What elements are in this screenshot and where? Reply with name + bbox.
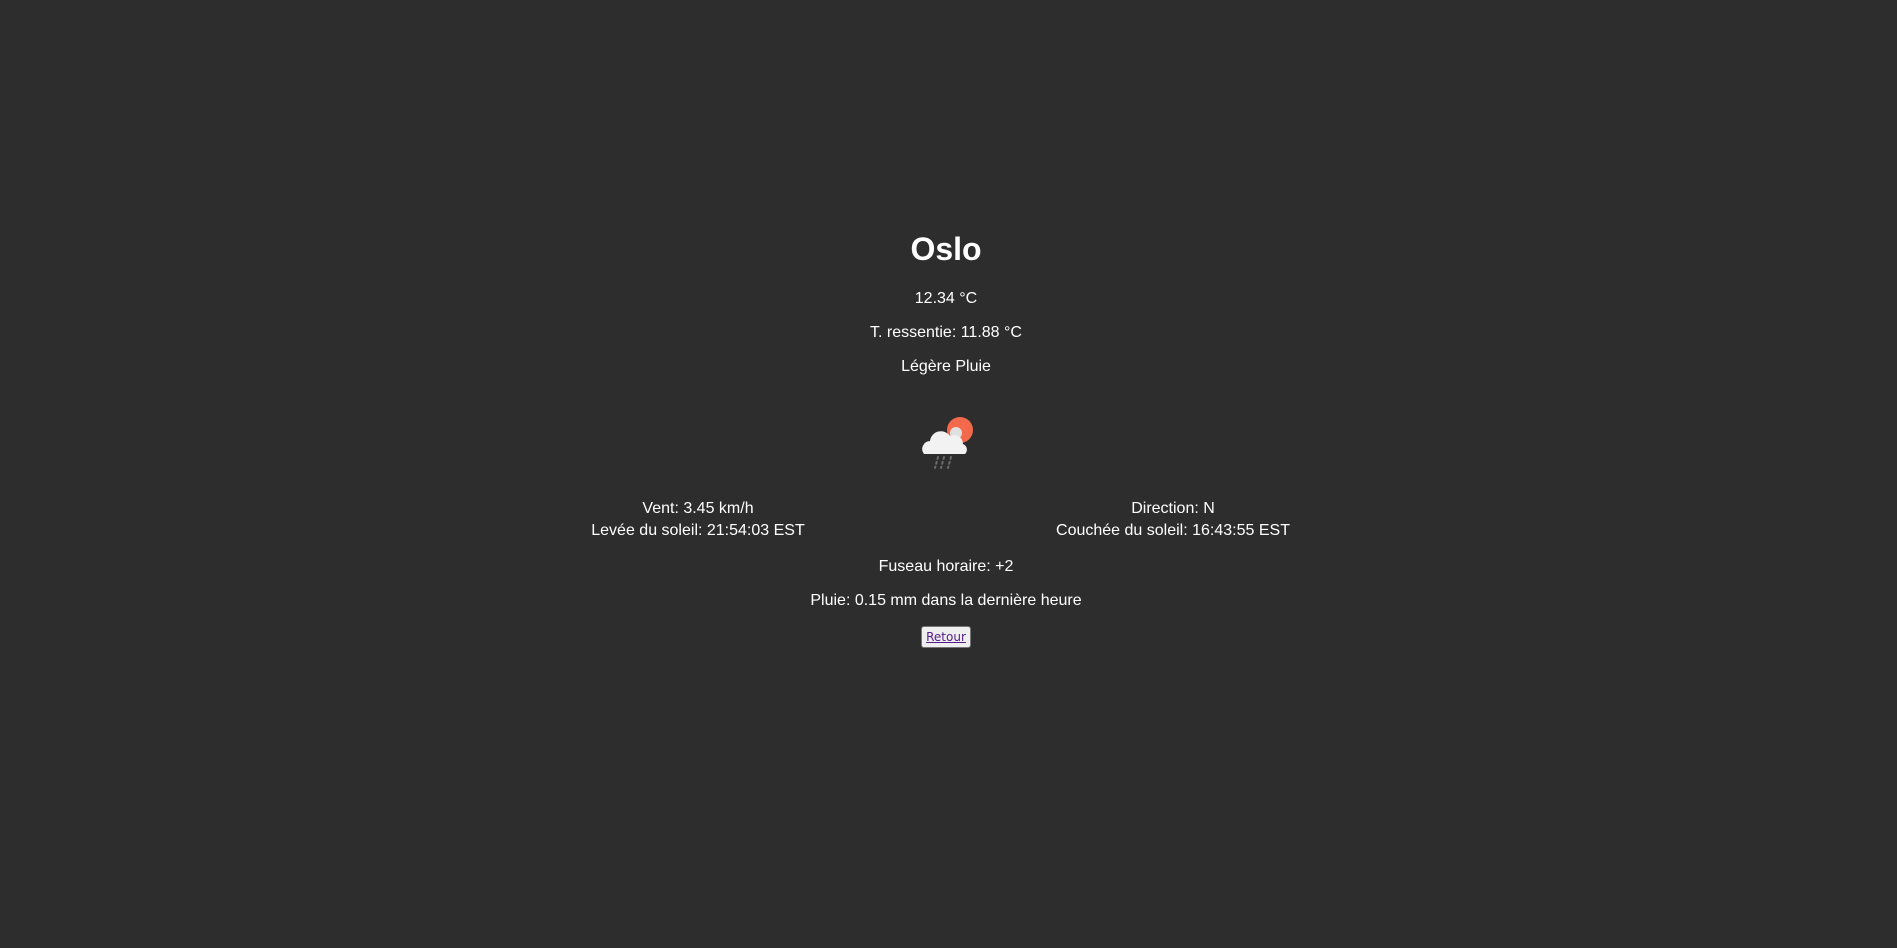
- wind-sunrise-column: Vent: 3.45 km/h Levée du soleil: 21:54:0…: [538, 498, 858, 542]
- feels-like: T. ressentie: 11.88 °C: [870, 324, 1022, 341]
- direction-sunset-column: Direction: N Couchée du soleil: 16:43:55…: [1013, 498, 1333, 542]
- city-name: Oslo: [910, 231, 982, 267]
- back-link[interactable]: Retour: [926, 630, 966, 644]
- wind-direction: Direction: N: [1131, 500, 1215, 517]
- wind-speed: Vent: 3.45 km/h: [642, 500, 754, 517]
- timezone: Fuseau horaire: +2: [878, 558, 1014, 575]
- sunrise-time: Levée du soleil: 21:54:03 EST: [591, 522, 805, 539]
- rain-amount: Pluie: 0.15 mm dans la dernière heure: [810, 592, 1082, 609]
- back-button[interactable]: Retour: [921, 626, 971, 648]
- weather-description: Légère Pluie: [901, 358, 991, 375]
- cloud-sun-rain-icon: [916, 413, 976, 473]
- weather-card: Oslo 12.34 °C T. ressentie: 11.88 °C Lég…: [0, 0, 1897, 948]
- sunset-time: Couchée du soleil: 16:43:55 EST: [1056, 522, 1290, 539]
- temperature: 12.34 °C: [914, 290, 978, 307]
